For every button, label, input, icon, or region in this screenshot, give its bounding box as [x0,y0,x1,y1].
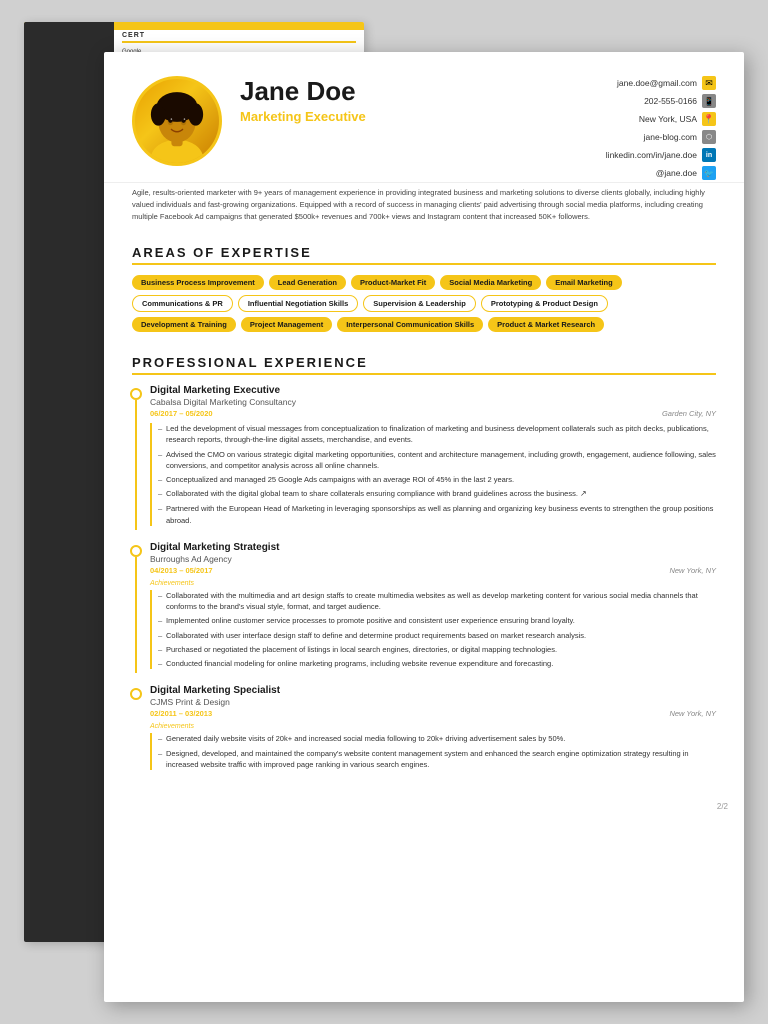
exp-1-company: Cabalsa Digital Marketing Consultancy [150,397,716,407]
tag-market-research: Product & Market Research [488,317,604,332]
exp-3-bullet-2: Designed, developed, and maintained the … [160,748,716,771]
tag-supervision: Supervision & Leadership [363,295,476,312]
tag-product-market: Product-Market Fit [351,275,435,290]
exp-2-bullet-3: Collaborated with user interface design … [160,630,716,641]
email-icon: ✉ [702,76,716,90]
exp-3-bullet-1: Generated daily website visits of 20k+ a… [160,733,716,744]
exp-2-bullets: Collaborated with the multimedia and art… [150,590,716,670]
tag-dev-training: Development & Training [132,317,236,332]
contact-location: New York, USA 📍 [606,112,716,126]
front-page-number: 2/2 [104,794,744,819]
exp-line-2 [135,557,137,674]
exp-3-bullets: Generated daily website visits of 20k+ a… [150,733,716,770]
bio-text: Agile, results-oriented marketer with 9+… [132,187,716,223]
exp-2-bullet-1: Collaborated with the multimedia and art… [160,590,716,613]
exp-1-bullet-2: Advised the CMO on various strategic dig… [160,449,716,472]
exp-2-bullet-4: Purchased or negotiated the placement of… [160,644,716,655]
experience-section: PROFESSIONAL EXPERIENCE Digital Marketin… [104,347,744,794]
website-icon: ⬡ [702,130,716,144]
exp-2-achievements-label: Achievements [150,580,716,587]
contact-linkedin: linkedin.com/in/jane.doe in [606,148,716,162]
exp-entry-1: Digital Marketing Executive Cabalsa Digi… [132,385,716,526]
contact-twitter: @jane.doe 🐦 [606,166,716,180]
exp-entry-3: Digital Marketing Specialist CJMS Print … [132,685,716,770]
tag-lead-gen: Lead Generation [269,275,346,290]
expertise-title: AREAS OF EXPERTISE [132,245,716,265]
tag-social-media: Social Media Marketing [440,275,541,290]
exp-2-title: Digital Marketing Strategist [150,542,716,553]
tag-email-marketing: Email Marketing [546,275,622,290]
tag-comms: Communications & PR [132,295,233,312]
exp-dot-3 [130,688,142,700]
expertise-section: AREAS OF EXPERTISE Business Process Impr… [104,235,744,347]
location-icon: 📍 [702,112,716,126]
exp-3-company: CJMS Print & Design [150,697,716,707]
exp-3-meta: 02/2011 – 03/2013 New York, NY [150,709,716,718]
exp-dot-1 [130,388,142,400]
exp-2-date: 04/2013 – 05/2017 [150,566,213,575]
exp-1-bullets: Led the development of visual messages f… [150,423,716,526]
exp-3-date: 02/2011 – 03/2013 [150,709,212,718]
tag-interpersonal: Interpersonal Communication Skills [337,317,483,332]
exp-3-title: Digital Marketing Specialist [150,685,716,696]
tags-row-3: Development & Training Project Managemen… [132,317,716,332]
contact-website: jane-blog.com ⬡ [606,130,716,144]
contact-block: jane.doe@gmail.com ✉ 202-555-0166 📱 New … [606,76,716,184]
experience-title: PROFESSIONAL EXPERIENCE [132,355,716,375]
front-page: Jane Doe Marketing Executive jane.doe@gm… [104,52,744,1002]
tag-bpi: Business Process Improvement [132,275,264,290]
resume-header: Jane Doe Marketing Executive jane.doe@gm… [104,52,744,182]
twitter-icon: 🐦 [702,166,716,180]
bio-section: Agile, results-oriented marketer with 9+… [104,182,744,235]
tag-prototyping: Prototyping & Product Design [481,295,608,312]
linkedin-icon: in [702,148,716,162]
exp-2-company: Burroughs Ad Agency [150,554,716,564]
exp-2-bullet-5: Conducted financial modeling for online … [160,658,716,669]
tags-row-1: Business Process Improvement Lead Genera… [132,275,716,290]
back-cert-title: CERT [122,32,356,43]
exp-2-bullet-2: Implemented online customer service proc… [160,615,716,626]
avatar-svg [135,79,219,163]
exp-1-bullet-5: Partnered with the European Head of Mark… [160,503,716,526]
tags-row-2: Communications & PR Influential Negotiat… [132,295,716,312]
exp-line-1 [135,400,137,530]
exp-3-location: New York, NY [669,709,716,718]
page-container: CERT Google Google Campaig Search AWA Be… [24,22,744,1002]
exp-1-title: Digital Marketing Executive [150,385,716,396]
exp-3-achievements-label: Achievements [150,723,716,730]
tag-project-mgmt: Project Management [241,317,332,332]
tag-negotiation: Influential Negotiation Skills [238,295,358,312]
exp-1-bullet-1: Led the development of visual messages f… [160,423,716,446]
exp-2-location: New York, NY [669,566,716,575]
phone-icon: 📱 [702,94,716,108]
exp-1-date: 06/2017 – 05/2020 [150,409,213,418]
exp-1-meta: 06/2017 – 05/2020 Garden City, NY [150,409,716,418]
exp-entry-2: Digital Marketing Strategist Burroughs A… [132,542,716,670]
contact-email: jane.doe@gmail.com ✉ [606,76,716,90]
back-sidebar [24,22,114,942]
avatar [132,76,222,166]
exp-1-location: Garden City, NY [662,409,716,418]
exp-1-bullet-3: Conceptualized and managed 25 Google Ads… [160,474,716,485]
exp-1-bullet-4: Collaborated with the digital global tea… [160,488,716,500]
contact-phone: 202-555-0166 📱 [606,94,716,108]
exp-2-meta: 04/2013 – 05/2017 New York, NY [150,566,716,575]
exp-dot-2 [130,545,142,557]
